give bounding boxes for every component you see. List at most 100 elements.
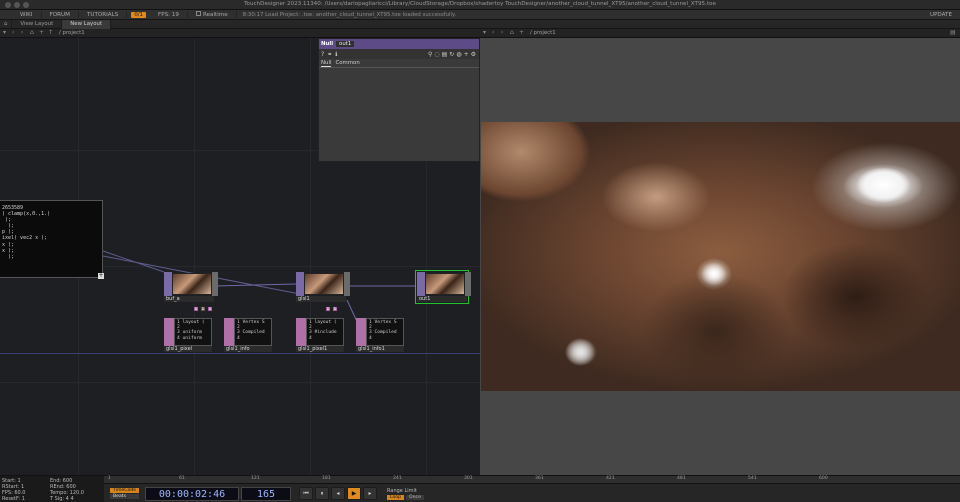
param-header: Null out1 bbox=[319, 39, 479, 49]
parameter-window[interactable]: Null out1 ? ⚭ ℹ ⚲ ◌ ▤ ↻ ◍ + ⚙ Null Commo… bbox=[318, 38, 480, 162]
pane-menu-icon[interactable]: ▾ bbox=[3, 30, 9, 36]
status-log: 8:30:17 Load Project: .toe: another_clou… bbox=[242, 11, 457, 18]
error-count-badge[interactable]: 0/1 bbox=[131, 11, 146, 18]
beats-button[interactable]: Beats bbox=[110, 494, 140, 499]
dat-connector-chip[interactable]: ᴅ bbox=[207, 306, 213, 312]
dat-strip bbox=[224, 318, 234, 346]
window-title: TouchDesigner 2023.11340: /Users/dariopa… bbox=[244, 1, 716, 7]
node-preview bbox=[304, 273, 344, 295]
home-icon[interactable]: ⌂ bbox=[510, 30, 516, 36]
back-icon[interactable]: ‹ bbox=[12, 30, 18, 36]
node-input-strip bbox=[164, 272, 172, 296]
text-dat-viewer[interactable]: 2653589 ) clamp(x,0.,1.) ); ); p ); ixel… bbox=[0, 200, 104, 279]
forward-icon[interactable]: › bbox=[21, 30, 27, 36]
node-out1[interactable]: out1 bbox=[415, 270, 471, 304]
timecode-display[interactable]: 00:00:02:46 bbox=[145, 486, 240, 501]
step-back-icon[interactable]: ◂ bbox=[331, 487, 346, 500]
dat-content: 1 Vertex S 2 3 Compiled 4 bbox=[234, 318, 272, 346]
node-label[interactable]: out1 bbox=[417, 296, 467, 302]
ruler-tick: 241 bbox=[393, 476, 402, 481]
add-icon[interactable]: + bbox=[39, 30, 45, 36]
cloud-highlight bbox=[856, 167, 911, 203]
view-layout-tab[interactable]: View Layout bbox=[12, 19, 63, 29]
dat-label[interactable]: glsl1_pixel1 bbox=[296, 346, 344, 352]
update-button[interactable]: UPDATE bbox=[922, 12, 960, 18]
fps-value: 19 bbox=[171, 11, 179, 18]
pane-menu-icon[interactable]: ▾ bbox=[483, 30, 489, 36]
back-icon[interactable]: ‹ bbox=[492, 30, 498, 36]
render-output bbox=[481, 122, 960, 391]
dat-connector-chip[interactable]: ᴅ bbox=[200, 306, 206, 312]
dat-glsl1-pixel1[interactable]: 1 layout ( 2 3 #include 4 glsl1_pixel1 bbox=[296, 318, 344, 352]
pause-icon[interactable]: ⏸ bbox=[315, 487, 330, 500]
forward-icon[interactable]: › bbox=[501, 30, 507, 36]
new-layout-tab[interactable]: New Layout bbox=[62, 19, 112, 29]
dat-glsl1-info[interactable]: 1 Vertex S 2 3 Compiled 4 glsl1_info bbox=[224, 318, 272, 352]
operator-name-field[interactable]: out1 bbox=[336, 41, 355, 47]
resize-handle-icon[interactable]: + bbox=[98, 273, 104, 279]
refresh-icon[interactable]: ↻ bbox=[449, 51, 454, 58]
realtime-label: Realtime bbox=[202, 12, 228, 18]
dat-connector-chip[interactable]: ᴅ bbox=[325, 306, 331, 312]
node-preview bbox=[172, 273, 212, 295]
node-buf-a[interactable]: buf_a bbox=[164, 272, 218, 302]
tsig-a-value[interactable]: 4 bbox=[66, 496, 69, 502]
ruler-tick: 181 bbox=[322, 476, 331, 481]
tsig-b-value[interactable]: 4 bbox=[70, 496, 73, 502]
timecode-button[interactable]: TimeCode bbox=[110, 488, 140, 493]
dat-label[interactable]: glsl1_info1 bbox=[356, 346, 404, 352]
palette-icon[interactable]: ◍ bbox=[456, 51, 461, 58]
play-icon[interactable]: ▶ bbox=[347, 487, 362, 500]
link-icon[interactable]: ⚲ bbox=[428, 51, 432, 58]
fps-label: FPS: bbox=[158, 11, 171, 18]
rewind-icon[interactable]: ⏮ bbox=[299, 487, 314, 500]
dat-glsl1-info1[interactable]: 1 Vertex S 2 3 Compiled 4 glsl1_info1 bbox=[356, 318, 404, 352]
timeline-settings: Start: 1 End: 600 RStart: 1 REnd: 600 FP… bbox=[0, 476, 104, 502]
realtime-checkbox[interactable] bbox=[195, 11, 201, 16]
tsig-setting: T Sig: 4 4 bbox=[50, 496, 74, 502]
dat-glsl1-pixel[interactable]: 1 layout ( 2 3 uniform 4 uniform glsl1_p… bbox=[164, 318, 212, 352]
viewer-pane[interactable] bbox=[480, 38, 960, 475]
tab-null[interactable]: Null bbox=[321, 59, 332, 67]
add-param-icon[interactable]: + bbox=[464, 51, 469, 58]
loop-option[interactable]: Loop bbox=[387, 494, 405, 500]
add-icon[interactable]: + bbox=[519, 30, 525, 36]
node-glsl1[interactable]: glsl1 bbox=[296, 272, 350, 302]
wiki-link[interactable]: WIKI bbox=[12, 11, 42, 18]
node-input-strip bbox=[417, 272, 425, 296]
dat-connector-chip[interactable]: ᴅ bbox=[193, 306, 199, 312]
network-path[interactable]: / project1 bbox=[59, 30, 85, 36]
timeline-ruler[interactable]: 1 61 121 181 241 301 361 421 481 541 600 bbox=[104, 476, 960, 484]
timeline: Start: 1 End: 600 RStart: 1 REnd: 600 FP… bbox=[0, 475, 960, 502]
layout-home-icon[interactable]: ⌂ bbox=[0, 19, 13, 29]
tutorials-link[interactable]: TUTORIALS bbox=[79, 11, 128, 18]
help-icon[interactable]: ? bbox=[321, 51, 324, 58]
compare-icon[interactable]: ▤ bbox=[442, 51, 448, 58]
viewer-path[interactable]: / project1 bbox=[530, 30, 556, 36]
ruler-tick: 361 bbox=[535, 476, 544, 481]
node-label[interactable]: buf_a bbox=[164, 296, 214, 302]
reset-value[interactable]: 1 bbox=[22, 496, 25, 502]
python-icon[interactable]: ⚭ bbox=[327, 51, 332, 58]
up-icon[interactable]: ↑ bbox=[48, 30, 54, 36]
wire-textdat-buf bbox=[102, 250, 165, 273]
time-format-toggle: TimeCode Beats bbox=[110, 488, 140, 499]
frame-field[interactable]: 165 bbox=[241, 486, 292, 501]
ruler-tick: 481 bbox=[677, 476, 686, 481]
step-forward-icon[interactable]: ▸ bbox=[363, 487, 378, 500]
dat-label[interactable]: glsl1_info bbox=[224, 346, 272, 352]
home-icon[interactable]: ⌂ bbox=[30, 30, 36, 36]
dat-label[interactable]: glsl1_pixel bbox=[164, 346, 212, 352]
settings-icon[interactable]: ⚙ bbox=[471, 51, 476, 58]
pane-options-icon[interactable]: ▤ bbox=[950, 30, 956, 36]
node-label[interactable]: glsl1 bbox=[296, 296, 346, 302]
realtime-toggle[interactable]: Realtime bbox=[188, 11, 237, 18]
comment-icon[interactable]: ◌ bbox=[434, 51, 439, 58]
forum-link[interactable]: FORUM bbox=[42, 11, 79, 18]
once-option[interactable]: Once bbox=[406, 494, 424, 500]
dat-connector-chip[interactable]: ᴅ bbox=[332, 306, 338, 312]
tab-common[interactable]: Common bbox=[335, 59, 359, 67]
window-titlebar: TouchDesigner 2023.11340: /Users/dariopa… bbox=[0, 0, 960, 10]
wire-buf-glsl bbox=[214, 283, 297, 287]
info-icon[interactable]: ℹ bbox=[335, 51, 337, 58]
